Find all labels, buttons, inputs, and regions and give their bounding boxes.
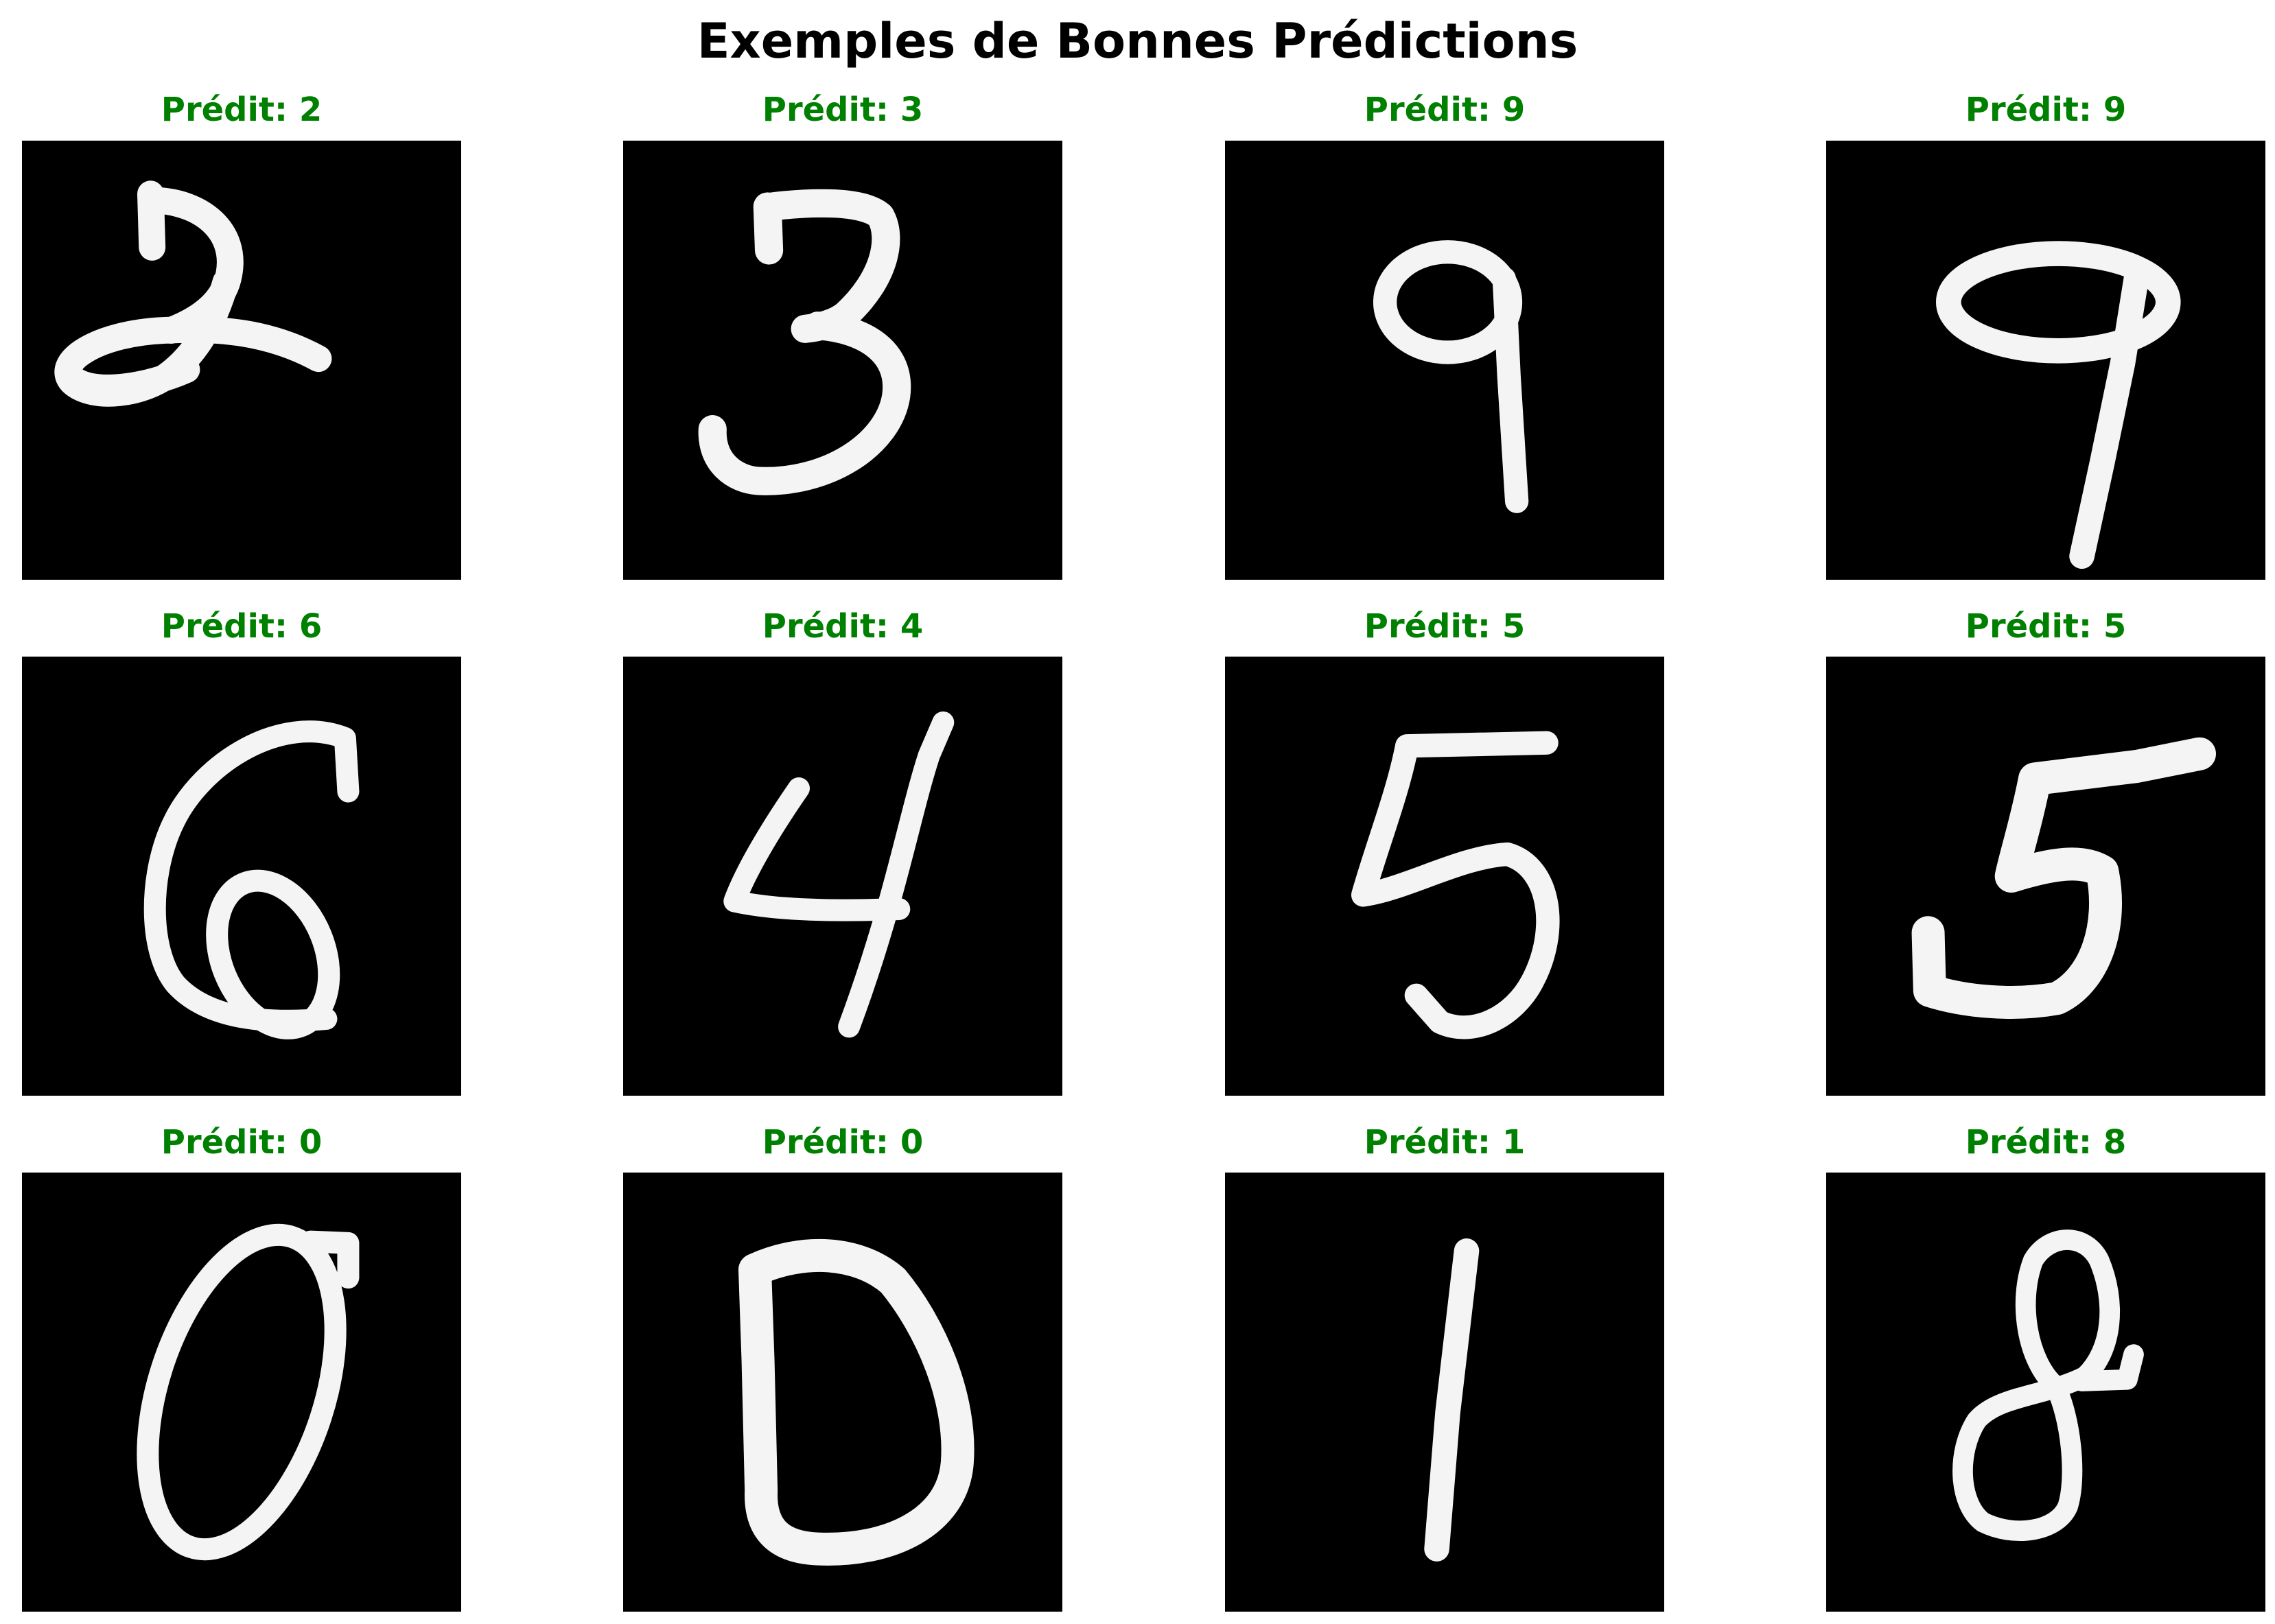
handwritten-digit-1 <box>1424 1238 1480 1562</box>
digit-image-1 <box>1225 1173 1664 1612</box>
digit-image-4 <box>623 657 1062 1096</box>
panel-label: Prédit: 5 <box>1364 607 1526 646</box>
panel-label: Prédit: 2 <box>161 91 323 129</box>
digit-image-8 <box>1826 1173 2265 1612</box>
digit-image-5 <box>1225 657 1664 1096</box>
handwritten-digit-8 <box>1952 1229 2144 1541</box>
digit-image-6 <box>22 657 461 1096</box>
digit-image-5 <box>1826 657 2265 1096</box>
panel-label: Prédit: 5 <box>1965 607 2127 646</box>
handwritten-digit-0 <box>137 1223 360 1561</box>
handwritten-digit-9 <box>1373 240 1529 513</box>
digit-image-2 <box>22 141 461 580</box>
figure-title: Exemples de Bonnes Prédictions <box>697 13 1578 69</box>
handwritten-digit-4 <box>723 711 955 1038</box>
panel-label: Prédit: 1 <box>1364 1123 1526 1162</box>
panel-label: Prédit: 8 <box>1965 1123 2127 1162</box>
panel-label: Prédit: 4 <box>762 607 924 646</box>
panel-label: Prédit: 9 <box>1364 91 1526 129</box>
handwritten-digit-6 <box>143 720 360 1039</box>
digit-image-9 <box>1826 141 2265 580</box>
handwritten-digit-2 <box>54 180 332 407</box>
panel-label: Prédit: 6 <box>161 607 323 646</box>
digit-image-0 <box>22 1173 461 1612</box>
panel-label: Prédit: 9 <box>1965 91 2127 129</box>
handwritten-digit-9 <box>1936 241 2181 569</box>
digit-image-9 <box>1225 141 1664 580</box>
digit-image-3 <box>623 141 1062 580</box>
handwritten-digit-3 <box>698 189 911 495</box>
digit-image-0 <box>623 1173 1062 1612</box>
panel-label: Prédit: 3 <box>762 91 924 129</box>
handwritten-digit-5 <box>1351 731 1560 1039</box>
panel-label: Prédit: 0 <box>161 1123 323 1162</box>
handwritten-digit-5 <box>1911 737 2216 1019</box>
handwritten-digit-0 <box>738 1239 975 1566</box>
panel-label: Prédit: 0 <box>762 1123 924 1162</box>
